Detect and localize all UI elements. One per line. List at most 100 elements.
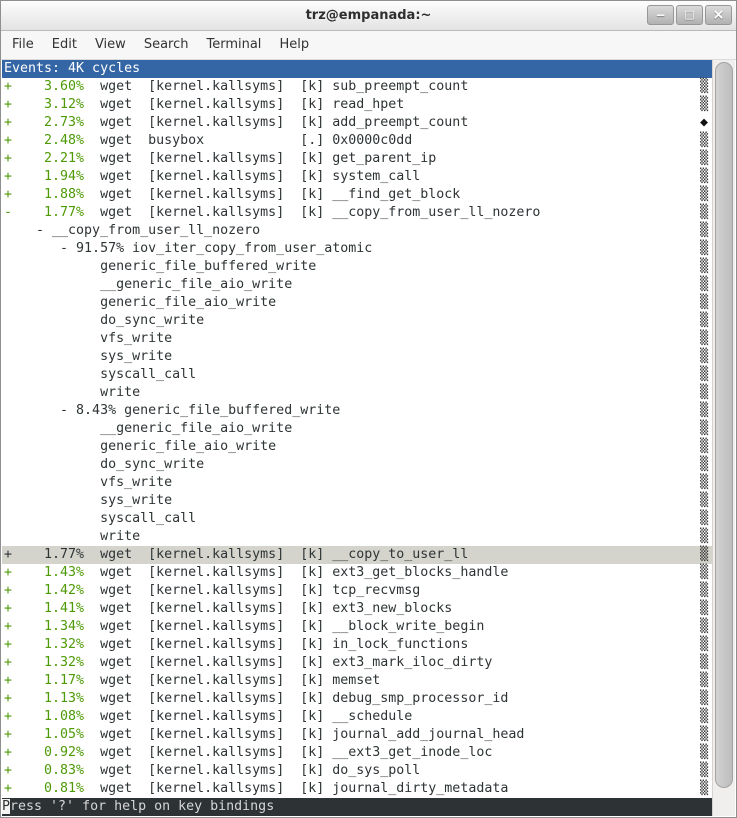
tui-scrollbar-track-icon: ▒ [700, 636, 708, 654]
menu-view[interactable]: View [86, 31, 135, 59]
perf-row-selected: + 1.77% wget [kernel.kallsyms] [k] __cop… [2, 546, 712, 564]
window-title: trz@empanada:~ [1, 1, 736, 30]
tui-scrollbar-track-icon: ▒ [700, 78, 708, 96]
perf-row: generic_file_aio_write▒ [2, 438, 712, 456]
statusbar: Press '?' for help on key bindings [2, 798, 712, 816]
perf-row: generic_file_buffered_write▒ [2, 258, 712, 276]
perf-row: + 3.60% wget [kernel.kallsyms] [k] sub_p… [2, 78, 712, 96]
perf-row: write▒ [2, 528, 712, 546]
tui-scrollbar-track-icon: ▒ [700, 222, 708, 240]
tui-scrollbar-track-icon: ▒ [700, 456, 708, 474]
perf-row: + 1.94% wget [kernel.kallsyms] [k] syste… [2, 168, 712, 186]
statusbar-text: ress '?' for help on key bindings [10, 799, 274, 814]
window-controls: − □ × [647, 5, 732, 25]
perf-row: - 1.77% wget [kernel.kallsyms] [k] __cop… [2, 204, 712, 222]
menu-search[interactable]: Search [135, 31, 198, 59]
tui-scrollbar-track-icon: ▒ [700, 726, 708, 744]
maximize-icon: □ [684, 8, 694, 21]
menu-help[interactable]: Help [270, 31, 318, 59]
tui-scrollbar-track-icon: ▒ [700, 492, 708, 510]
perf-row: syscall_call▒ [2, 510, 712, 528]
tui-scrollbar-track-icon: ▒ [700, 762, 708, 780]
perf-row: do_sync_write▒ [2, 456, 712, 474]
minimize-icon: − [655, 8, 665, 22]
tui-scrollbar-track-icon: ▒ [700, 780, 708, 798]
perf-row: vfs_write▒ [2, 474, 712, 492]
perf-row: + 1.34% wget [kernel.kallsyms] [k] __blo… [2, 618, 712, 636]
perf-row: syscall_call▒ [2, 366, 712, 384]
perf-row: + 1.08% wget [kernel.kallsyms] [k] __sch… [2, 708, 712, 726]
tui-scrollbar-track-icon: ▒ [700, 330, 708, 348]
perf-row: generic_file_aio_write▒ [2, 294, 712, 312]
tui-scrollbar-track-icon: ▒ [700, 618, 708, 636]
tui-scrollbar-track-icon: ▒ [700, 276, 708, 294]
maximize-button[interactable]: □ [676, 5, 703, 25]
perf-row: + 1.05% wget [kernel.kallsyms] [k] journ… [2, 726, 712, 744]
tui-scrollbar-track-icon: ▒ [700, 150, 708, 168]
perf-row: + 2.21% wget [kernel.kallsyms] [k] get_p… [2, 150, 712, 168]
tui-scrollbar-track-icon: ▒ [700, 420, 708, 438]
tui-scrollbar-track-icon: ▒ [700, 672, 708, 690]
terminal-screen[interactable]: Events: 4K cycles + 3.60% wget [kernel.k… [2, 60, 735, 816]
tui-scrollbar-track-icon: ▒ [700, 690, 708, 708]
tui-scrollbar-track-icon: ▒ [700, 582, 708, 600]
menu-file[interactable]: File [3, 31, 43, 59]
perf-row: + 2.48% wget busybox [.] 0x0000c0dd▒ [2, 132, 712, 150]
perf-row: + 0.92% wget [kernel.kallsyms] [k] __ext… [2, 744, 712, 762]
perf-row-list: + 3.60% wget [kernel.kallsyms] [k] sub_p… [2, 78, 712, 798]
perf-row: - 8.43% generic_file_buffered_write▒ [2, 402, 712, 420]
tui-scrollbar-track-icon: ▒ [700, 438, 708, 456]
tui-scrollbar-track-icon: ▒ [700, 132, 708, 150]
terminal-window: trz@empanada:~ − □ × File Edit View Sear… [0, 0, 737, 818]
perf-row: + 1.17% wget [kernel.kallsyms] [k] memse… [2, 672, 712, 690]
terminal-cursor: P [2, 799, 10, 814]
scrollbar[interactable] [712, 60, 735, 816]
perf-row: + 1.32% wget [kernel.kallsyms] [k] ext3_… [2, 654, 712, 672]
tui-scrollbar-track-icon: ▒ [700, 348, 708, 366]
perf-row: + 1.32% wget [kernel.kallsyms] [k] in_lo… [2, 636, 712, 654]
tui-scrollbar-track-icon: ▒ [700, 402, 708, 420]
menu-terminal[interactable]: Terminal [197, 31, 270, 59]
tui-scrollbar-track-icon: ▒ [700, 204, 708, 222]
tui-scrollbar-track-icon: ▒ [700, 294, 708, 312]
tui-scrollbar-track-icon: ▒ [700, 186, 708, 204]
perf-row: + 1.42% wget [kernel.kallsyms] [k] tcp_r… [2, 582, 712, 600]
perf-row: sys_write▒ [2, 348, 712, 366]
perf-row: sys_write▒ [2, 492, 712, 510]
tui-scrollbar-track-icon: ▒ [700, 600, 708, 618]
titlebar[interactable]: trz@empanada:~ − □ × [1, 1, 736, 31]
perf-row: + 0.83% wget [kernel.kallsyms] [k] do_sy… [2, 762, 712, 780]
tui-scrollbar-track-icon: ▒ [700, 708, 708, 726]
perf-row: + 1.41% wget [kernel.kallsyms] [k] ext3_… [2, 600, 712, 618]
perf-row: __generic_file_aio_write▒ [2, 276, 712, 294]
tui-scrollbar-track-icon: ▒ [700, 654, 708, 672]
tui-scrollbar-track-icon: ▒ [700, 528, 708, 546]
tui-scrollbar-track-icon: ▒ [700, 474, 708, 492]
minimize-button[interactable]: − [647, 5, 674, 25]
perf-row: + 0.81% wget [kernel.kallsyms] [k] journ… [2, 780, 712, 798]
perf-row: write▒ [2, 384, 712, 402]
menu-edit[interactable]: Edit [43, 31, 86, 59]
tui-scrollbar-track-icon: ▒ [700, 258, 708, 276]
tui-scrollbar-track-icon: ▒ [700, 168, 708, 186]
tui-scrollbar-track-icon: ▒ [700, 384, 708, 402]
perf-row: vfs_write▒ [2, 330, 712, 348]
tui-scrollbar-track-icon: ▒ [700, 96, 708, 114]
scrollbar-thumb[interactable] [715, 62, 733, 788]
perf-row: - __copy_from_user_ll_nozero▒ [2, 222, 712, 240]
perf-tui: Events: 4K cycles + 3.60% wget [kernel.k… [2, 60, 712, 816]
close-button[interactable]: × [705, 5, 732, 25]
perf-row: do_sync_write▒ [2, 312, 712, 330]
tui-scrollbar-track-icon: ▒ [700, 312, 708, 330]
tui-scrollbar-track-icon: ▒ [700, 546, 708, 564]
perf-row: - 91.57% iov_iter_copy_from_user_atomic▒ [2, 240, 712, 258]
perf-row: + 2.73% wget [kernel.kallsyms] [k] add_p… [2, 114, 712, 132]
perf-row: + 1.43% wget [kernel.kallsyms] [k] ext3_… [2, 564, 712, 582]
tui-scrollbar-track-icon: ▒ [700, 564, 708, 582]
perf-row: + 1.88% wget [kernel.kallsyms] [k] __fin… [2, 186, 712, 204]
perf-row: + 1.13% wget [kernel.kallsyms] [k] debug… [2, 690, 712, 708]
perf-row: __generic_file_aio_write▒ [2, 420, 712, 438]
tui-scrollbar-track-icon: ▒ [700, 510, 708, 528]
close-icon: × [713, 7, 725, 23]
tui-scrollbar-thumb-icon: ◆ [700, 114, 708, 132]
